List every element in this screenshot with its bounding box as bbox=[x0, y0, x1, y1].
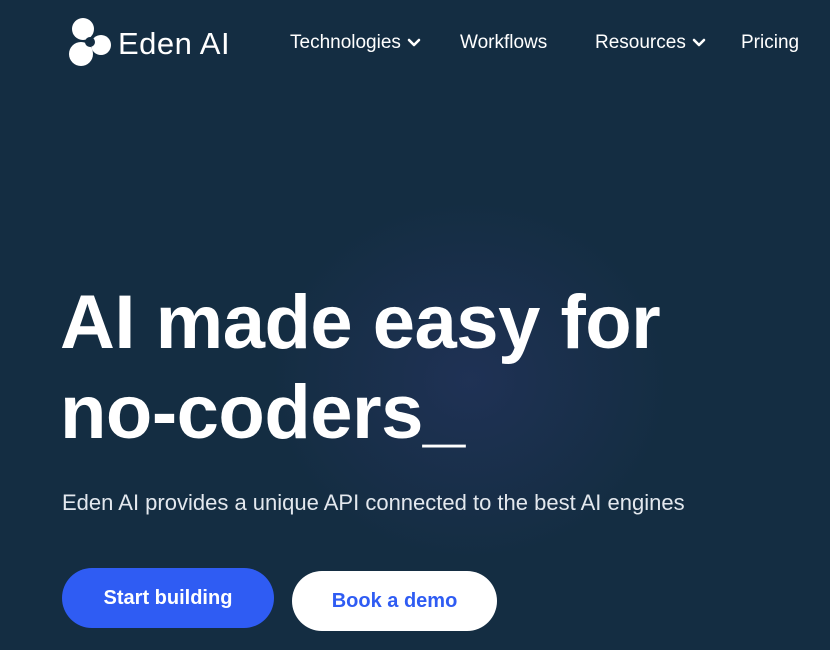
nav-item-label: Workflows bbox=[460, 32, 548, 53]
chevron-down-icon bbox=[407, 38, 421, 47]
nav-item-pricing[interactable]: Pricing bbox=[741, 30, 799, 56]
nav-item-label: Pricing bbox=[741, 32, 800, 53]
nav-item-label: Technologies bbox=[290, 32, 401, 53]
chevron-down-icon bbox=[692, 38, 706, 47]
hero-title: AI made easy for no-coders_ bbox=[60, 278, 800, 458]
hero-title-line-1: AI made easy for bbox=[60, 280, 661, 365]
start-building-button[interactable]: Start building bbox=[62, 568, 274, 628]
nav-item-technologies[interactable]: Technologies bbox=[290, 30, 421, 56]
book-demo-button[interactable]: Book a demo bbox=[292, 571, 497, 631]
main-nav: Technologies Workflows Resources Pricing bbox=[0, 30, 830, 56]
site-header: Eden AI Technologies Workflows Resources… bbox=[0, 0, 830, 86]
nav-item-label: Resources bbox=[595, 32, 686, 53]
nav-item-resources[interactable]: Resources bbox=[595, 30, 706, 56]
nav-item-workflows[interactable]: Workflows bbox=[460, 30, 547, 56]
hero-title-line-2: no-coders_ bbox=[60, 370, 465, 455]
landing-page: Eden AI Technologies Workflows Resources… bbox=[0, 0, 830, 650]
hero-subtitle: Eden AI provides a unique API connected … bbox=[62, 490, 685, 515]
